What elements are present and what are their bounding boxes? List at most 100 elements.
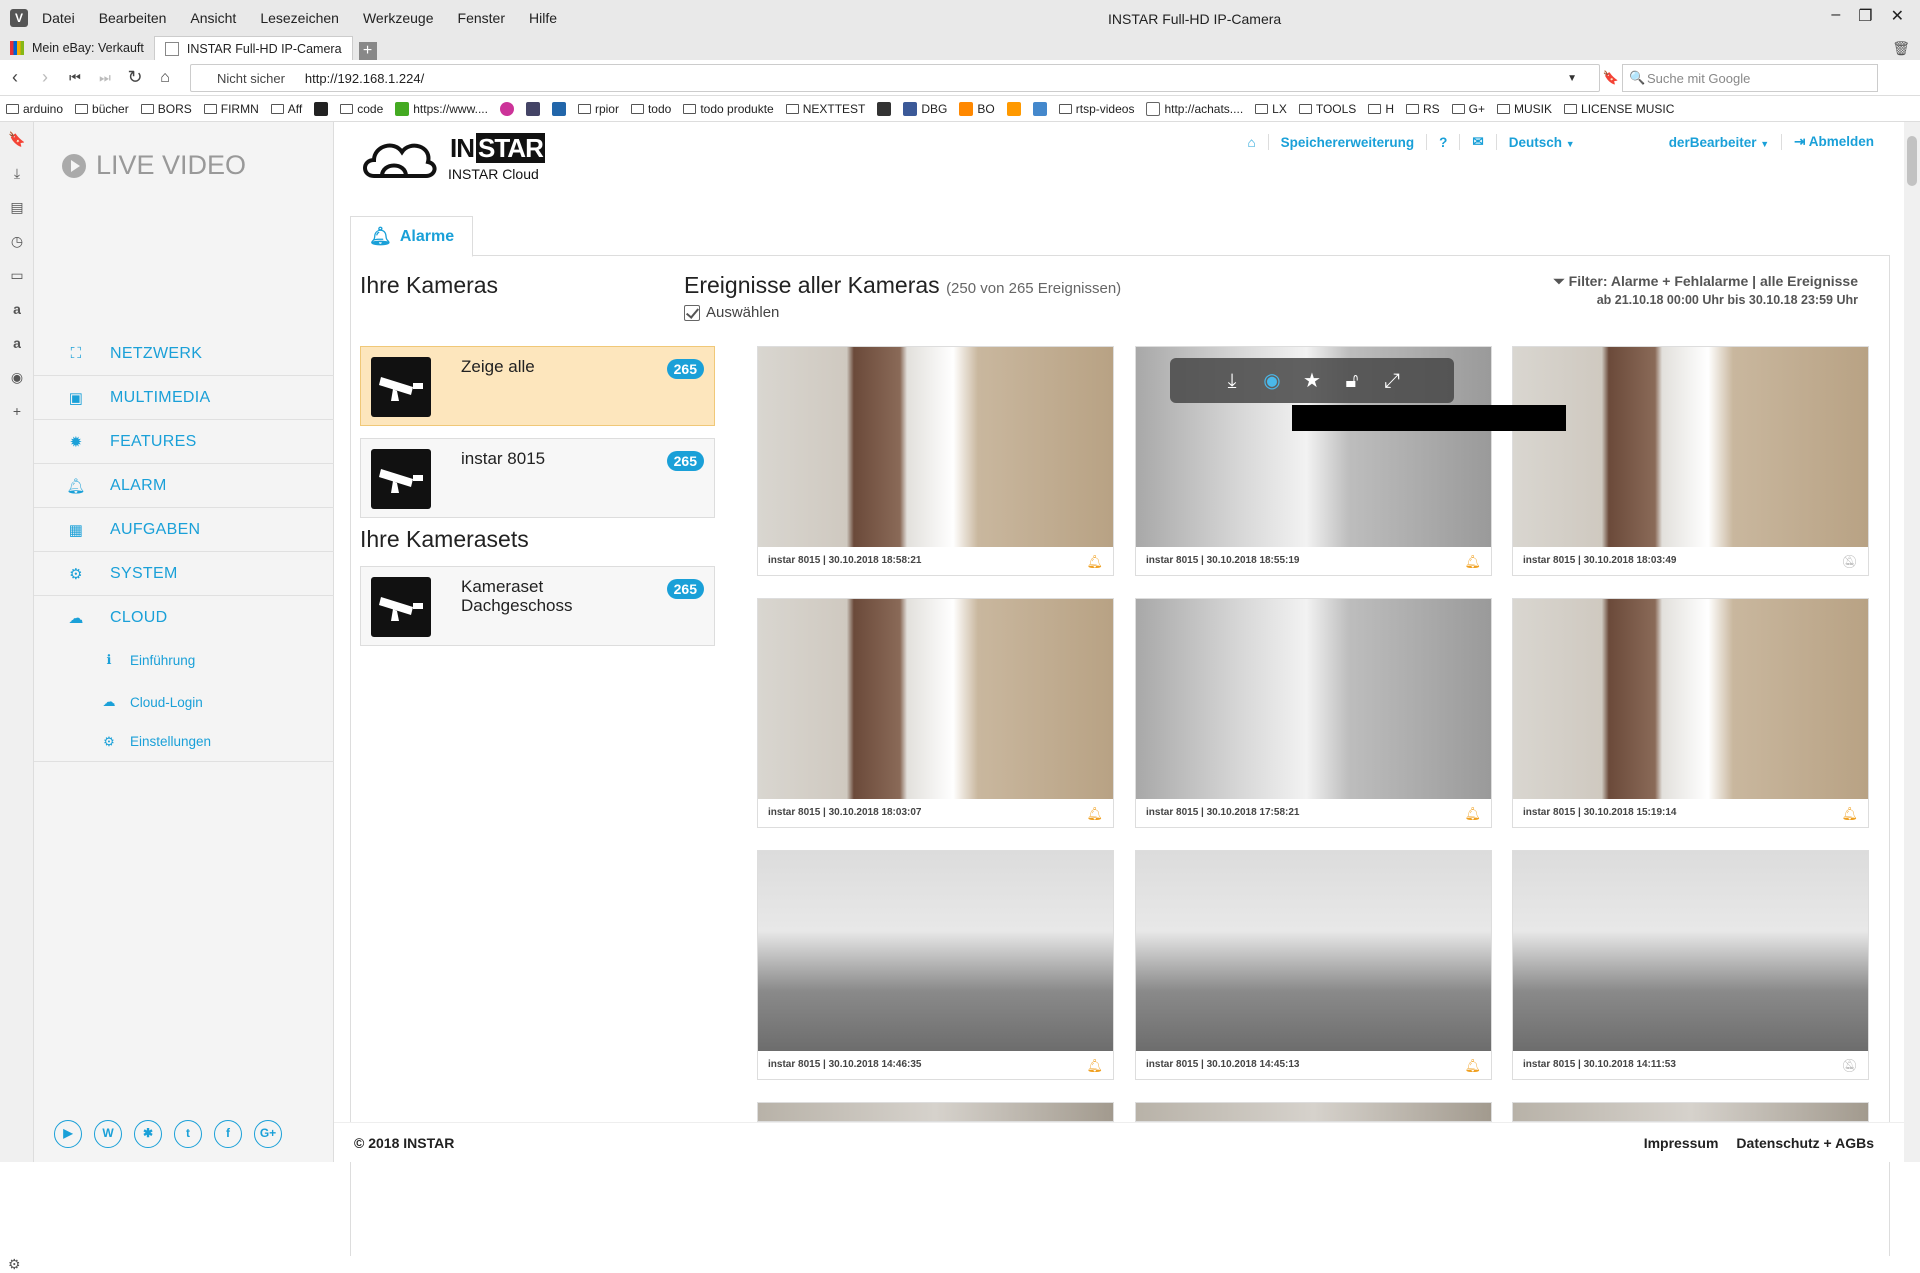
sidebar-subitem-cloud-login[interactable]: ☁ Cloud-Login: [34, 682, 334, 722]
bookmark-item[interactable]: rpior: [577, 102, 619, 116]
address-bar[interactable]: Nicht sicher http://192.168.1.224/ ▼ 🔖: [190, 64, 1619, 92]
scrollbar-thumb[interactable]: [1907, 136, 1917, 186]
sidebar-item-multimedia[interactable]: ▣ MULTIMEDIA: [34, 376, 334, 420]
download-icon[interactable]: ⤓: [1219, 368, 1245, 394]
forward-icon[interactable]: ›: [30, 67, 60, 88]
bookmark-item[interactable]: [314, 101, 329, 116]
camera-item[interactable]: instar 8015 265: [360, 438, 715, 518]
amazon-panel-icon[interactable]: a: [0, 326, 34, 360]
bookmark-item[interactable]: DBG: [903, 101, 947, 116]
sidebar-subitem-einstellungen[interactable]: ⚙ Einstellungen: [34, 722, 334, 762]
bookmarks-panel-icon[interactable]: 🔖: [0, 122, 34, 156]
sidebar-item-alarm[interactable]: 🔔︎ ALARM: [34, 464, 334, 508]
settings-gear-icon[interactable]: ⚙: [8, 1256, 21, 1273]
window-panel-icon[interactable]: ▭: [0, 258, 34, 292]
close-icon[interactable]: ✕: [1891, 6, 1904, 26]
add-panel-icon[interactable]: +: [0, 394, 34, 428]
event-card[interactable]: instar 8015 | 30.10.2018 18:03:07 🔔︎: [757, 598, 1114, 828]
bookmark-item[interactable]: LX: [1255, 102, 1287, 116]
event-card-partial[interactable]: [1512, 1102, 1869, 1122]
live-video-link[interactable]: LIVE VIDEO: [62, 150, 246, 181]
sidebar-item-cloud[interactable]: ☁ CLOUD: [34, 596, 334, 640]
bookmark-item[interactable]: [1006, 101, 1021, 116]
impressum-link[interactable]: Impressum: [1644, 1135, 1719, 1151]
trash-icon[interactable]: 🗑: [1892, 40, 1910, 57]
bookmark-item[interactable]: LICENSE MUSIC: [1564, 102, 1674, 116]
menu-hilfe[interactable]: Hilfe: [529, 10, 557, 26]
bookmark-item[interactable]: code: [340, 102, 383, 116]
event-card[interactable]: instar 8015 | 30.10.2018 18:58:21 🔔︎: [757, 346, 1114, 576]
amazon-panel-icon[interactable]: a: [0, 292, 34, 326]
event-card[interactable]: instar 8015 | 30.10.2018 14:45:13 🔔︎: [1135, 850, 1492, 1080]
bookmark-item[interactable]: NEXTTEST: [785, 102, 865, 116]
bookmark-item[interactable]: RS: [1405, 102, 1440, 116]
help-link[interactable]: ?: [1439, 135, 1447, 150]
bookmark-item[interactable]: [525, 101, 540, 116]
bookmark-item[interactable]: [877, 101, 892, 116]
back-icon[interactable]: ‹: [0, 67, 30, 88]
language-dropdown[interactable]: Deutsch ▼: [1509, 135, 1575, 150]
facebook-icon[interactable]: f: [214, 1120, 242, 1148]
menu-ansicht[interactable]: Ansicht: [190, 10, 236, 26]
reddit-panel-icon[interactable]: ◉: [0, 360, 34, 394]
event-card-partial[interactable]: [1135, 1102, 1492, 1122]
bookmark-item[interactable]: bücher: [75, 102, 129, 116]
bookmark-item[interactable]: BORS: [140, 102, 192, 116]
unlock-icon[interactable]: 🔓︎: [1339, 368, 1365, 394]
wordpress-icon[interactable]: W: [94, 1120, 122, 1148]
sidebar-item-features[interactable]: ✹ FEATURES: [34, 420, 334, 464]
eye-icon[interactable]: ◉: [1259, 368, 1285, 394]
bookmark-item[interactable]: TOOLS: [1298, 102, 1356, 116]
tab-ebay[interactable]: Mein eBay: Verkauft: [0, 36, 154, 60]
event-card[interactable]: instar 8015 | 30.10.2018 15:19:14 🔔︎: [1512, 598, 1869, 828]
vivaldi-logo-icon[interactable]: V: [10, 9, 28, 27]
event-thumbnail[interactable]: [758, 347, 1113, 547]
dropdown-icon[interactable]: ▼: [1567, 73, 1577, 84]
bookmark-item[interactable]: MUSIK: [1497, 102, 1552, 116]
event-thumbnail[interactable]: [1136, 599, 1491, 799]
event-thumbnail[interactable]: [758, 851, 1113, 1051]
googleplus-icon[interactable]: G+: [254, 1120, 282, 1148]
expand-icon[interactable]: ⤢: [1379, 368, 1405, 394]
event-card[interactable]: instar 8015 | 30.10.2018 14:11:53 🔕︎: [1512, 850, 1869, 1080]
event-thumbnail[interactable]: [1513, 599, 1868, 799]
sidebar-subitem-einfuehrung[interactable]: ℹ Einführung: [34, 640, 334, 680]
bookmark-item[interactable]: todo: [630, 102, 671, 116]
bookmark-item[interactable]: [499, 101, 514, 116]
camera-item-all[interactable]: Zeige alle 265: [360, 346, 715, 426]
cameraset-item[interactable]: Kameraset Dachgeschoss 265: [360, 566, 715, 646]
tab-alarme[interactable]: 🔔︎ Alarme: [350, 216, 474, 257]
page-scrollbar[interactable]: [1904, 122, 1920, 1162]
youtube-icon[interactable]: ▶: [54, 1120, 82, 1148]
bookmark-item[interactable]: [1032, 101, 1047, 116]
privacy-link[interactable]: Datenschutz + AGBs: [1736, 1135, 1874, 1151]
menu-fenster[interactable]: Fenster: [458, 10, 505, 26]
search-input[interactable]: 🔍 Suche mit Google: [1622, 64, 1878, 92]
home-nav-icon[interactable]: ⌂: [1247, 135, 1255, 150]
bookmark-item[interactable]: G+: [1451, 102, 1485, 116]
user-dropdown[interactable]: derBearbeiter ▼: [1669, 135, 1769, 150]
tab-instar[interactable]: INSTAR Full-HD IP-Camera: [153, 36, 353, 60]
bookmark-item[interactable]: arduino: [6, 102, 63, 116]
star-icon[interactable]: ★: [1299, 368, 1325, 394]
history-panel-icon[interactable]: ◷: [0, 224, 34, 258]
notes-panel-icon[interactable]: ▤: [0, 190, 34, 224]
bookmark-item[interactable]: Aff: [270, 102, 302, 116]
forum-icon[interactable]: ✱: [134, 1120, 162, 1148]
minimize-icon[interactable]: –: [1831, 6, 1840, 26]
menu-datei[interactable]: Datei: [42, 10, 75, 26]
home-icon[interactable]: ⌂: [150, 69, 180, 87]
bookmark-item[interactable]: rtsp-videos: [1058, 102, 1134, 116]
storage-link[interactable]: Speichererweiterung: [1281, 135, 1415, 150]
event-thumbnail[interactable]: [758, 599, 1113, 799]
filter-info[interactable]: ⏷ Filter: Alarme + Fehlalarme | alle Ere…: [1554, 272, 1858, 310]
bookmark-item[interactable]: https://www....: [395, 101, 488, 116]
sidebar-item-system[interactable]: ⚙ SYSTEM: [34, 552, 334, 596]
bookmark-item[interactable]: http://achats....: [1146, 101, 1243, 116]
bookmark-item[interactable]: todo produkte: [683, 102, 774, 116]
security-status[interactable]: Nicht sicher: [217, 71, 285, 86]
event-card[interactable]: instar 8015 | 30.10.2018 18:03:49 🔕︎: [1512, 346, 1869, 576]
bookmark-item[interactable]: H: [1368, 102, 1394, 116]
fastforward-icon[interactable]: ⏭: [90, 70, 120, 86]
bookmark-item[interactable]: BO: [959, 101, 995, 116]
